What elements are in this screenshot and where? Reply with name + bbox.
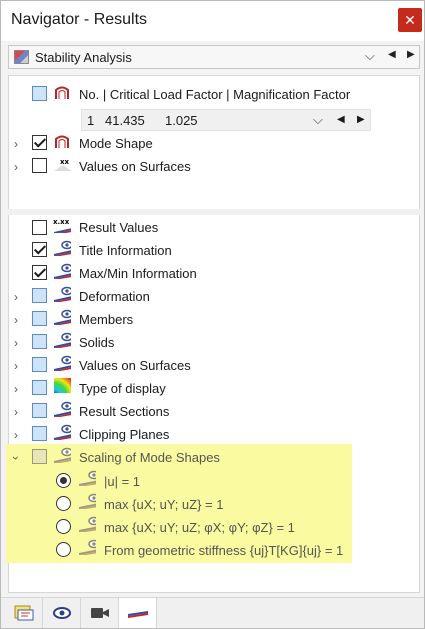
expand-icon[interactable]: ›: [10, 336, 22, 350]
mode-table-checkbox[interactable]: [32, 86, 47, 101]
magnification-factor: 1.025: [165, 113, 198, 128]
scaling-option-label: max {uX; uY; uZ; φX; φY; φZ} = 1: [104, 520, 295, 535]
scaling-of-mode-shapes-checkbox[interactable]: [32, 449, 47, 464]
scaling-option-radio[interactable]: [56, 473, 71, 488]
mode-shape-icon: [55, 135, 69, 148]
tab-data[interactable]: [5, 598, 43, 628]
tree-item-label: Result Values: [79, 220, 159, 235]
previous-mode-button[interactable]: ◀: [337, 114, 345, 125]
critical-load-factor: 41.435: [105, 113, 145, 128]
scaling-option-radio[interactable]: [56, 542, 71, 557]
collapse-icon[interactable]: ›: [9, 452, 23, 464]
title-bar: Navigator - Results ✕: [1, 1, 424, 41]
eye-icon: [54, 286, 71, 302]
navigator-tabs: [1, 597, 424, 628]
tree-item-label: Result Sections: [79, 404, 170, 419]
scaling-option-radio[interactable]: [56, 496, 71, 511]
analysis-type-label: Stability Analysis: [35, 50, 132, 65]
eye-icon: [54, 355, 71, 371]
eye-icon: [52, 607, 71, 619]
scaling-icon: [79, 470, 96, 486]
clipping-planes-checkbox[interactable]: [32, 426, 47, 441]
close-icon: ✕: [404, 11, 416, 28]
color-scale-icon: [54, 378, 71, 393]
analysis-type-select[interactable]: Stability Analysis ⌵ ◀ ▶: [8, 45, 420, 69]
values-on-surfaces-icon: xx: [54, 158, 71, 171]
tab-results[interactable]: [119, 598, 157, 628]
scaling-option-label: |u| = 1: [104, 474, 141, 489]
navigator-window: Navigator - Results ✕ Stability Analysis…: [0, 0, 425, 629]
expand-icon[interactable]: ›: [10, 160, 22, 174]
eye-icon: [54, 424, 71, 440]
expand-icon[interactable]: ›: [10, 313, 22, 327]
tree-item-label: Mode Shape: [79, 136, 153, 151]
chevron-down-icon[interactable]: ⌵: [365, 48, 375, 64]
mode-table-header: No. | Critical Load Factor | Magnificati…: [79, 87, 351, 102]
title-information-checkbox[interactable]: [32, 242, 47, 257]
mode-selector[interactable]: 1 41.435 1.025 ⌵ ◀ ▶: [81, 109, 371, 131]
mode-number: 1: [87, 113, 95, 128]
expand-icon[interactable]: ›: [10, 359, 22, 373]
mode-shape-checkbox[interactable]: [32, 135, 47, 150]
scaling-option-label: From geometric stiffness {uj}T[KG]{uj} =…: [104, 543, 344, 558]
tree-item-label: Deformation: [79, 289, 150, 304]
tab-views[interactable]: [81, 598, 119, 628]
data-icon: [14, 605, 33, 621]
results-icon: [127, 611, 148, 618]
result-values-checkbox[interactable]: [32, 220, 47, 235]
expand-icon[interactable]: ›: [10, 137, 22, 151]
expand-icon[interactable]: ›: [10, 290, 22, 304]
eye-icon: [54, 309, 71, 325]
scaling-icon: [79, 539, 96, 555]
tree-divider: [8, 209, 420, 215]
values-on-surfaces-checkbox[interactable]: [32, 158, 47, 173]
type-of-display-checkbox[interactable]: [32, 380, 47, 395]
scaling-icon: [54, 447, 71, 463]
result-sections-checkbox[interactable]: [32, 403, 47, 418]
tree-item-label: Values on Surfaces: [79, 358, 191, 373]
svg-text:xx: xx: [60, 158, 70, 166]
stability-analysis-icon: [14, 50, 29, 64]
scaling-icon: [79, 516, 96, 532]
previous-button[interactable]: ◀: [388, 49, 396, 60]
tree-item-label: Scaling of Mode Shapes: [79, 450, 220, 465]
tree-item-label: Max/Min Information: [79, 266, 197, 281]
close-button[interactable]: ✕: [398, 8, 422, 32]
mode-shape-icon: [55, 86, 69, 99]
eye-icon: [54, 263, 71, 279]
expand-icon[interactable]: ›: [10, 405, 22, 419]
eye-icon: [54, 401, 71, 417]
tab-display[interactable]: [43, 598, 81, 628]
scaling-option-label: max {uX; uY; uZ} = 1: [104, 497, 224, 512]
camera-icon: [90, 608, 109, 618]
next-button[interactable]: ▶: [407, 49, 415, 60]
eye-icon: [54, 240, 71, 256]
eye-icon: [54, 332, 71, 348]
tree-item-label: Values on Surfaces: [79, 159, 191, 174]
tree-item-label: Type of display: [79, 381, 166, 396]
tree-item-label: Solids: [79, 335, 115, 350]
members-checkbox[interactable]: [32, 311, 47, 326]
solids-checkbox[interactable]: [32, 334, 47, 349]
tree-item-label: Members: [79, 312, 134, 327]
expand-icon[interactable]: ›: [10, 428, 22, 442]
scaling-icon: [79, 493, 96, 509]
chevron-down-icon[interactable]: ⌵: [313, 112, 323, 128]
result-values-icon: x.xx: [53, 218, 71, 233]
max-min-information-checkbox[interactable]: [32, 265, 47, 280]
tree-item-label: Clipping Planes: [79, 427, 170, 442]
window-title: Navigator - Results: [11, 11, 148, 28]
deformation-checkbox[interactable]: [32, 288, 47, 303]
expand-icon[interactable]: ›: [10, 382, 22, 396]
values-on-surfaces-checkbox[interactable]: [32, 357, 47, 372]
svg-text:x.xx: x.xx: [53, 218, 70, 226]
scaling-option-radio[interactable]: [56, 519, 71, 534]
tree-item-label: Title Information: [79, 243, 172, 258]
next-mode-button[interactable]: ▶: [357, 114, 365, 125]
